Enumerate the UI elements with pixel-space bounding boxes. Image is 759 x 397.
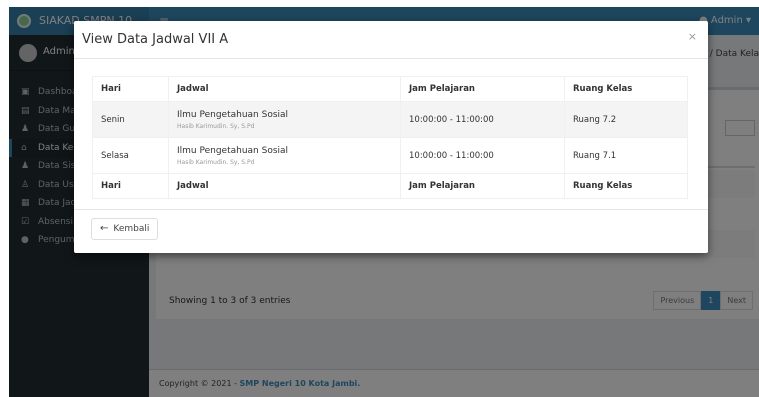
table-row: Senin Ilmu Pengetahuan Sosial Hasib Kari… <box>92 101 688 138</box>
close-icon[interactable]: × <box>688 30 697 43</box>
footer-header-jadwal: Jadwal <box>168 173 401 199</box>
teacher-name: Hasib Karimudin. Sy, S.Pd <box>177 122 255 130</box>
subject-name: Ilmu Pengetahuan Sosial <box>177 145 289 156</box>
cell-jam: 10:00:00 - 11:00:00 <box>400 101 565 138</box>
cell-jam: 10:00:00 - 11:00:00 <box>400 137 565 174</box>
modal-body: Hari Jadwal Jam Pelajaran Ruang Kelas Se… <box>74 59 708 209</box>
cell-jadwal: Ilmu Pengetahuan Sosial Hasib Karimudin.… <box>168 101 401 138</box>
modal-footer: ← Kembali <box>74 209 708 253</box>
cell-ruang: Ruang 7.2 <box>564 101 688 138</box>
column-header-jadwal[interactable]: Jadwal <box>168 76 401 102</box>
back-button-label: Kembali <box>113 224 150 234</box>
table-row: Selasa Ilmu Pengetahuan Sosial Hasib Kar… <box>92 137 688 174</box>
schedule-table: Hari Jadwal Jam Pelajaran Ruang Kelas Se… <box>92 76 688 199</box>
arrow-left-icon: ← <box>100 223 109 234</box>
footer-header-hari: Hari <box>92 173 169 199</box>
column-header-jam-pelajaran[interactable]: Jam Pelajaran <box>400 76 565 102</box>
modal-title: View Data Jadwal VII A <box>82 32 229 47</box>
footer-header-jam-pelajaran: Jam Pelajaran <box>400 173 565 199</box>
teacher-name: Hasib Karimudin. Sy, S.Pd <box>177 158 255 166</box>
table-header-row: Hari Jadwal Jam Pelajaran Ruang Kelas <box>92 76 688 102</box>
view-jadwal-modal: View Data Jadwal VII A × Hari Jadwal Jam… <box>74 21 708 253</box>
back-button[interactable]: ← Kembali <box>91 218 159 240</box>
modal-header: View Data Jadwal VII A × <box>74 21 708 59</box>
column-header-hari[interactable]: Hari <box>92 76 169 102</box>
cell-hari: Selasa <box>92 137 169 174</box>
subject-name: Ilmu Pengetahuan Sosial <box>177 109 289 120</box>
table-footer-row: Hari Jadwal Jam Pelajaran Ruang Kelas <box>92 173 688 199</box>
column-header-ruang-kelas[interactable]: Ruang Kelas <box>564 76 688 102</box>
cell-jadwal: Ilmu Pengetahuan Sosial Hasib Karimudin.… <box>168 137 401 174</box>
cell-ruang: Ruang 7.1 <box>564 137 688 174</box>
cell-hari: Senin <box>92 101 169 138</box>
footer-header-ruang-kelas: Ruang Kelas <box>564 173 688 199</box>
